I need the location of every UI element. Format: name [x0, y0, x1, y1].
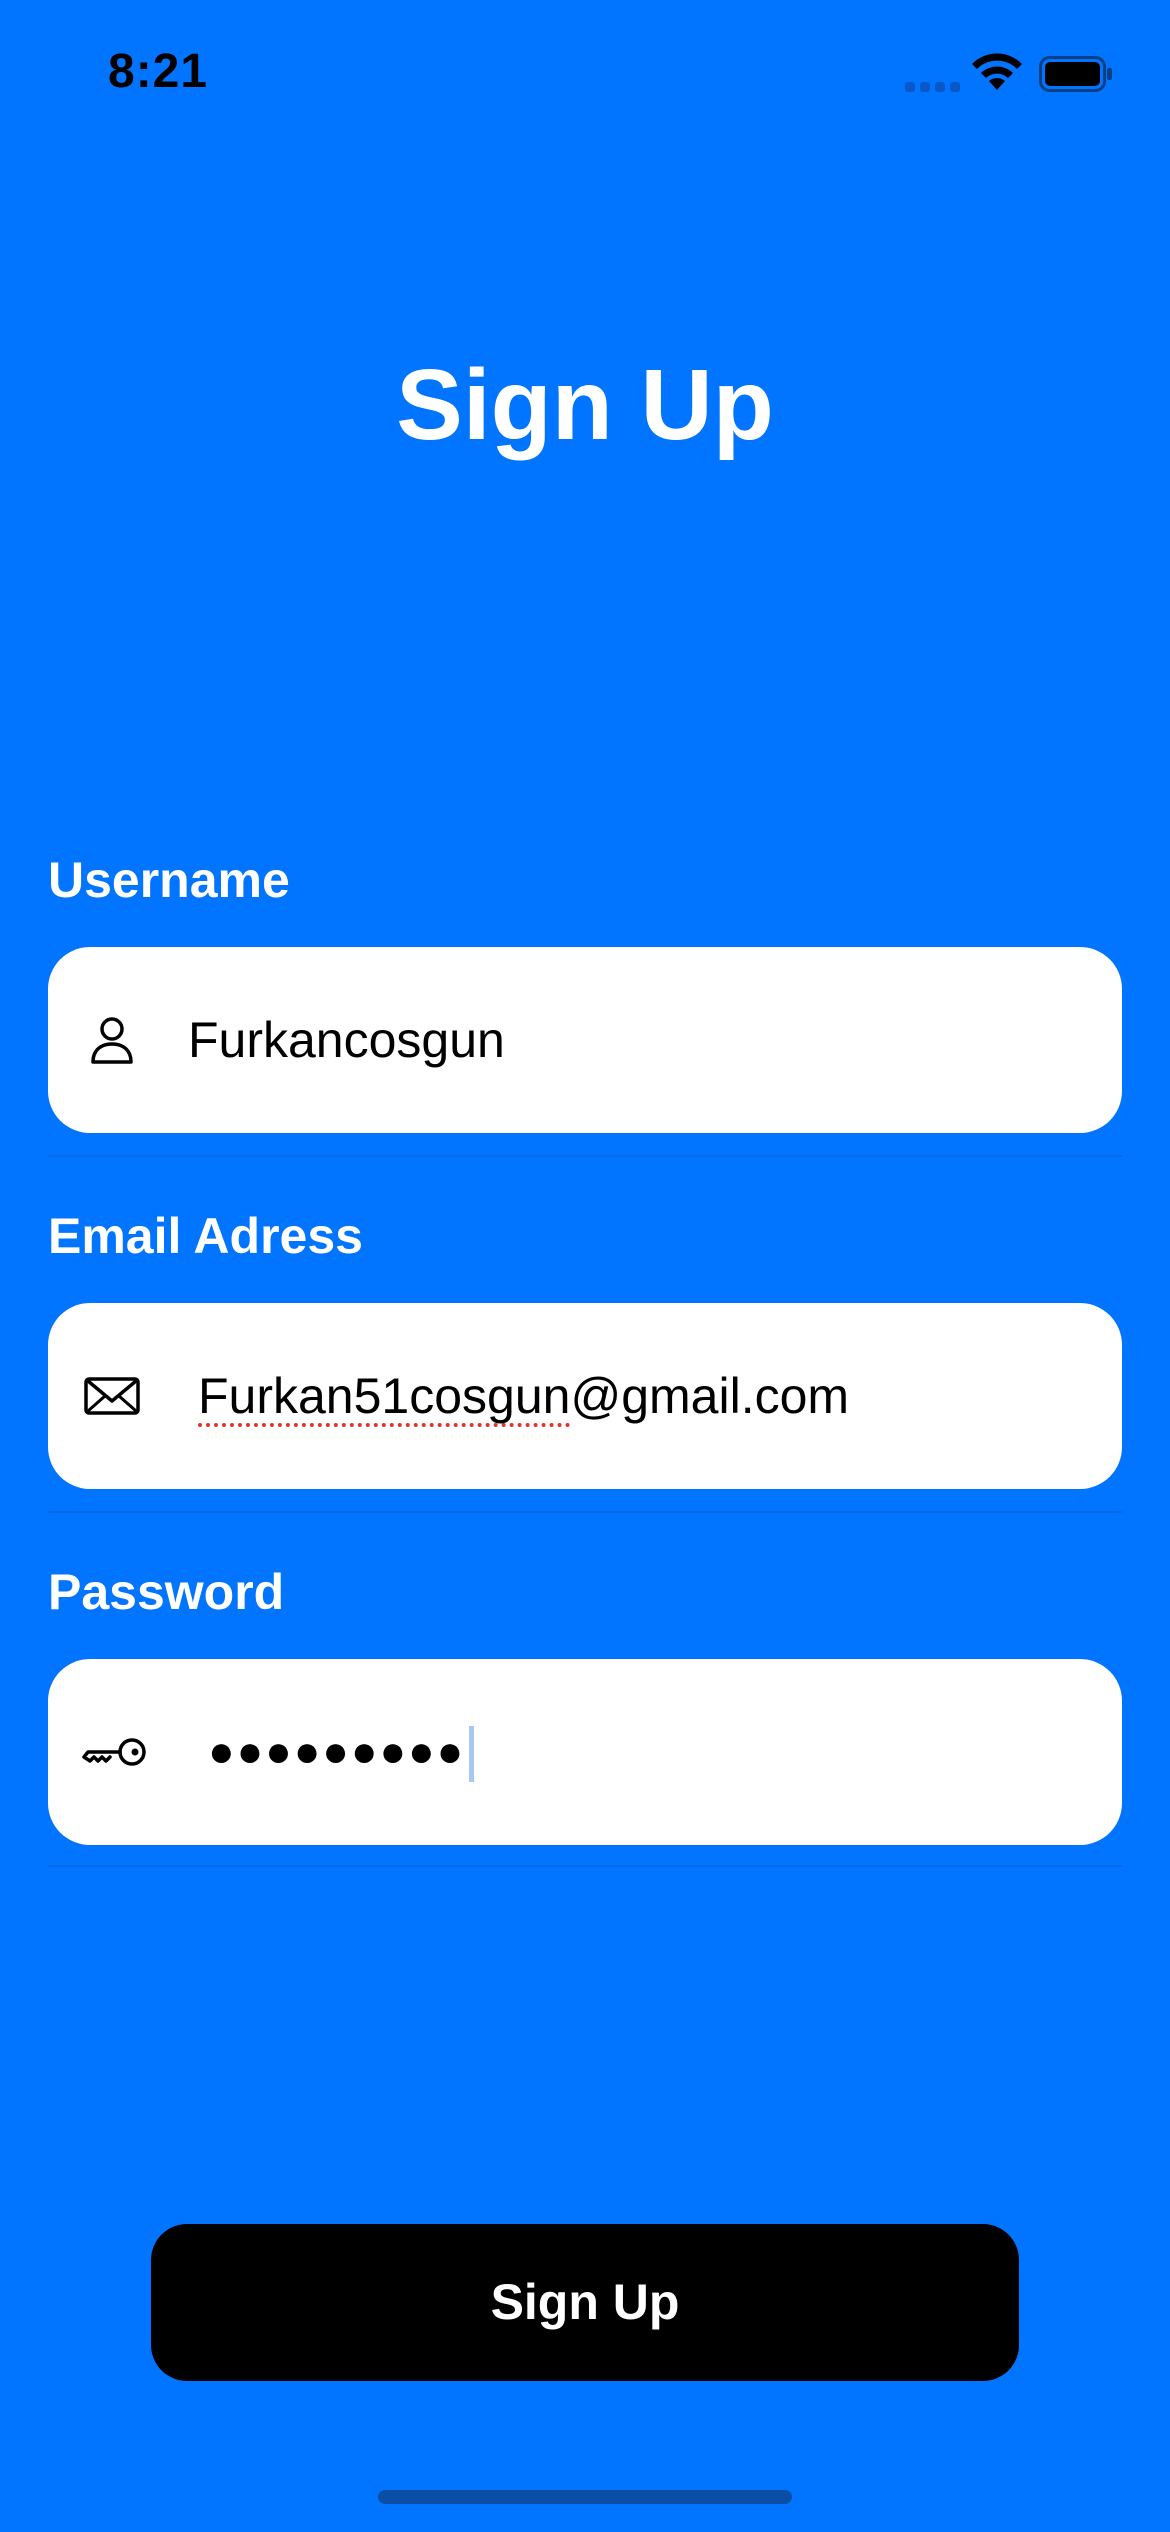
envelope-icon: [84, 1377, 140, 1415]
password-masked-text: ●●●●●●●●●: [208, 1727, 466, 1776]
username-label: Username: [48, 852, 290, 908]
password-value: ●●●●●●●●●: [208, 1659, 475, 1845]
email-misspelled-part: Furkan51cosgun: [198, 1368, 571, 1424]
home-indicator[interactable]: [378, 2490, 792, 2504]
password-label: Password: [48, 1564, 285, 1620]
email-label: Email Adress: [48, 1208, 363, 1264]
username-field[interactable]: Furkancosgun: [48, 947, 1122, 1133]
status-bar: 8:21: [0, 0, 1170, 150]
email-divider: [48, 1511, 1122, 1513]
username-divider: [48, 1155, 1122, 1157]
email-domain-part: @gmail.com: [570, 1368, 850, 1424]
email-value: Furkan51cosgun@gmail.com: [198, 1303, 849, 1489]
page-title: Sign Up: [396, 349, 774, 461]
password-divider: [48, 1865, 1122, 1867]
key-icon: [82, 1738, 146, 1766]
username-value: Furkancosgun: [188, 1012, 505, 1068]
password-field[interactable]: ●●●●●●●●●: [48, 1659, 1122, 1845]
person-icon: [91, 1017, 133, 1064]
status-time: 8:21: [108, 45, 209, 98]
text-cursor: [469, 1726, 475, 1783]
battery-icon: [1039, 56, 1112, 92]
signup-button[interactable]: Sign Up: [151, 2224, 1019, 2381]
email-field[interactable]: Furkan51cosgun@gmail.com: [48, 1303, 1122, 1489]
wifi-icon: [972, 53, 1022, 90]
cellular-signal-icon: [905, 82, 961, 92]
